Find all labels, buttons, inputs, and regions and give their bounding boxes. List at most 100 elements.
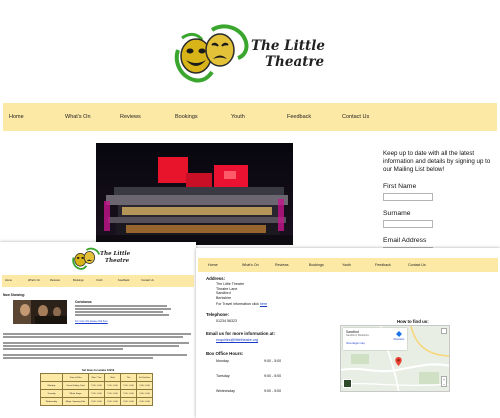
telephone-value: 01234 56323 — [216, 319, 237, 323]
address-heading: Address: — [206, 276, 226, 281]
nav-home[interactable]: Home — [9, 103, 24, 131]
nav-whats-on[interactable]: What's On — [65, 103, 91, 131]
nav-reviews[interactable]: Reviews — [275, 258, 289, 272]
nav-bookings[interactable]: Bookings — [175, 103, 198, 131]
table-header-cell: Mon / Tue — [88, 373, 105, 382]
site-logo-small[interactable]: The Little Theatre — [71, 247, 141, 271]
hours-time: 9:00 - 5:00 — [264, 374, 282, 378]
show-description-line — [75, 305, 167, 307]
fullscreen-icon[interactable] — [441, 328, 447, 334]
contact-navigation: Home What's On Reviews Bookings Youth Fe… — [198, 258, 498, 272]
location-map[interactable]: Sandford Sandford, Berkshire View larger… — [340, 325, 450, 392]
more-info-link[interactable]: For more info please click here — [75, 320, 108, 323]
show-title: Coriolanus — [75, 300, 92, 304]
site-logo[interactable]: The Little Theatre — [172, 22, 332, 86]
showtimes-caption: Set times for weeks 1/3/19 — [82, 369, 115, 372]
nav-feedback[interactable]: Feedback — [375, 258, 391, 272]
table-cell: Monday — [40, 381, 63, 390]
hours-day: Tuesday — [216, 374, 230, 378]
address-line: Berkshire — [216, 295, 232, 300]
mailing-list-form: Keep up to date with all the latest info… — [383, 150, 499, 255]
first-name-label: First Name — [383, 183, 417, 190]
nav-contact-us[interactable]: Contact Us — [141, 275, 154, 287]
nav-youth[interactable]: Youth — [231, 103, 245, 131]
body-text-line — [3, 336, 183, 338]
nav-whats-on[interactable]: What's On — [242, 258, 259, 272]
show-description-line — [75, 314, 169, 316]
table-row: Tuesday White Stage 2:00 - 5:00 2:00 - 5… — [40, 389, 154, 398]
show-description-line — [75, 308, 171, 310]
table-row: Wednesday Magic Opening Film 2:00 - 5:00… — [40, 397, 154, 406]
nav-reviews[interactable]: Reviews — [50, 275, 60, 287]
show-description-line — [75, 311, 163, 313]
whats-on-page-screenshot: The Little Theatre Home What's On Review… — [0, 242, 196, 418]
map-pin-icon[interactable] — [395, 357, 402, 366]
hero-theatre-photo — [96, 143, 293, 245]
travel-info: For Travel information click here — [216, 302, 267, 307]
body-text-line — [3, 357, 153, 359]
table-cell: 2:00 - 5:00 — [135, 381, 154, 390]
table-cell: 2:00 - 5:00 — [104, 381, 121, 390]
nav-home[interactable]: Home — [5, 275, 12, 287]
email-label: Email Address — [383, 237, 427, 244]
table-cell: 2:00 - 5:00 — [135, 397, 154, 406]
main-navigation: Home What's On Reviews Bookings Youth Fe… — [3, 103, 497, 131]
directions-icon — [396, 331, 402, 337]
directions-button[interactable]: Directions — [393, 331, 405, 345]
nav-bookings[interactable]: Bookings — [309, 258, 324, 272]
body-text-line — [3, 354, 187, 356]
body-text-line — [3, 342, 189, 344]
hours-day: Monday — [216, 359, 229, 363]
surname-label: Surname — [383, 210, 411, 217]
surname-input[interactable] — [383, 220, 433, 228]
satellite-toggle-icon[interactable] — [343, 379, 352, 388]
travel-info-link[interactable]: here — [260, 302, 267, 306]
hours-day: Wednesday — [216, 389, 235, 393]
home-page-screenshot: The Little Theatre Home What's On Review… — [0, 0, 500, 255]
table-cell: 2:00 - 5:00 — [120, 397, 137, 406]
table-cell: 2:00 - 5:00 — [104, 389, 121, 398]
hours-time: 9:00 - 5:00 — [264, 359, 282, 363]
table-cell: 2:00 - 5:00 — [88, 389, 105, 398]
nav-contact-us[interactable]: Contact Us — [408, 258, 426, 272]
box-office-hours-heading: Box Office Hours: — [206, 351, 244, 356]
email-link[interactable]: enquiries@littletheatre.org — [216, 338, 258, 343]
nav-bookings[interactable]: Bookings — [73, 275, 84, 287]
table-row: Monday Vesta Gallery Yard 2:00 - 5:00 2:… — [40, 381, 154, 390]
poster-art — [13, 300, 67, 324]
table-cell: Tuesday — [40, 389, 63, 398]
mailing-list-intro: Keep up to date with all the latest info… — [383, 150, 491, 173]
email-heading: Email us for more information at: — [206, 331, 276, 336]
body-text-line — [3, 345, 179, 347]
table-header-cell — [40, 373, 63, 382]
view-larger-map-link[interactable]: View larger map — [346, 342, 365, 345]
telephone-heading: Telephone: — [206, 312, 230, 317]
nav-contact-us[interactable]: Contact Us — [342, 103, 369, 131]
nav-youth[interactable]: Youth — [96, 275, 103, 287]
site-title-small: The Little Theatre — [100, 251, 130, 264]
theatre-masks-icon — [174, 24, 249, 83]
map-place-subtitle: Sandford, Berkshire — [346, 334, 369, 337]
now-showing-heading: Now Showing: — [3, 293, 25, 297]
table-cell: 2:00 - 5:00 — [104, 397, 121, 406]
body-text-line — [3, 348, 123, 350]
table-header-row: Time of Film Mon / Tue Wed Thu Fri-Sat-S… — [40, 373, 154, 382]
nav-home[interactable]: Home — [208, 258, 218, 272]
contact-page-screenshot: Home What's On Reviews Bookings Youth Fe… — [196, 248, 500, 418]
theatre-masks-icon — [72, 247, 101, 270]
nav-whats-on[interactable]: What's On — [28, 275, 40, 287]
find-us-heading: How to find us: — [397, 319, 429, 324]
first-name-input[interactable] — [383, 193, 433, 201]
table-cell: 2:00 - 5:00 — [88, 381, 105, 390]
nav-feedback[interactable]: Feedback — [287, 103, 311, 131]
nav-youth[interactable]: Youth — [342, 258, 351, 272]
nav-feedback[interactable]: Feedback — [118, 275, 129, 287]
nav-reviews[interactable]: Reviews — [120, 103, 141, 131]
zoom-controls-icon[interactable]: + − — [441, 376, 447, 387]
table-cell: 2:00 - 5:00 — [120, 381, 137, 390]
showtimes-table: Time of Film Mon / Tue Wed Thu Fri-Sat-S… — [40, 373, 154, 406]
table-cell: Magic Opening Film — [62, 397, 89, 406]
site-title-line2: Theatre — [105, 257, 130, 264]
whats-on-navigation: Home What's On Reviews Bookings Youth Fe… — [2, 275, 194, 287]
directions-label: Directions — [393, 338, 405, 341]
